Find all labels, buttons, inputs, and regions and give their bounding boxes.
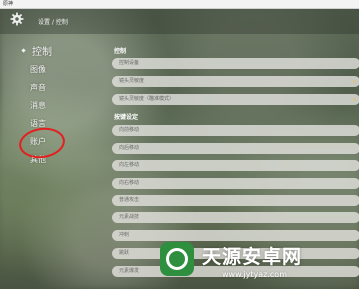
row-label: 普通攻击: [119, 197, 140, 203]
settings-row-camera-sensitivity[interactable]: 镜头灵敏度: [112, 76, 359, 87]
window-title: 原神: [3, 1, 14, 7]
sidebar-item-audio[interactable]: 声音: [30, 82, 46, 93]
row-label: 跳跃: [119, 250, 130, 256]
indicator-dot-icon: [353, 80, 356, 83]
settings-row-aim-sensitivity[interactable]: 镜头灵敏度（瞄准模式）: [112, 94, 359, 105]
breadcrumb: 设置 / 控制: [38, 19, 68, 26]
settings-row-control-device[interactable]: 控制设备: [112, 58, 359, 69]
keybind-row-move-back[interactable]: 向后移动: [112, 143, 359, 154]
row-label: 元素战技: [119, 214, 140, 220]
row-label: 向前移动: [119, 127, 140, 133]
row-label: 控制设备: [119, 60, 140, 66]
keybind-row-elemental-skill[interactable]: 元素战技: [112, 212, 359, 223]
sidebar-item-graphics[interactable]: 图像: [30, 64, 46, 75]
watermark-url: www.jytyaz.com: [222, 270, 287, 279]
row-label: 向后移动: [119, 145, 140, 151]
sidebar-item-messages[interactable]: 消息: [30, 100, 46, 111]
site-watermark: 天源安卓网 www.jytyaz.com: [160, 238, 359, 289]
row-label: 镜头灵敏度（瞄准模式）: [119, 96, 175, 102]
gear-icon: [10, 12, 24, 26]
row-label: 向右移动: [119, 180, 140, 186]
keybind-row-move-left[interactable]: 向左移动: [112, 160, 359, 171]
row-label: 向左移动: [119, 162, 140, 168]
row-label: 元素爆发: [119, 268, 140, 274]
row-label: 镜头灵敏度: [119, 78, 145, 84]
sidebar-item-control[interactable]: 控制: [32, 43, 52, 58]
section-title-keybinds: 按键设定: [114, 114, 139, 121]
keybind-row-move-forward[interactable]: 向前移动: [112, 125, 359, 136]
indicator-dot-icon: [353, 98, 356, 101]
section-title-control: 控制: [114, 48, 127, 55]
row-label: 冲刺: [119, 232, 130, 238]
keybind-row-move-right[interactable]: 向右移动: [112, 178, 359, 189]
watermark-logo-icon: [160, 242, 194, 276]
watermark-title: 天源安卓网: [202, 246, 303, 268]
window-titlebar: 原神: [0, 0, 359, 9]
keybind-row-normal-attack[interactable]: 普通攻击: [112, 195, 359, 206]
